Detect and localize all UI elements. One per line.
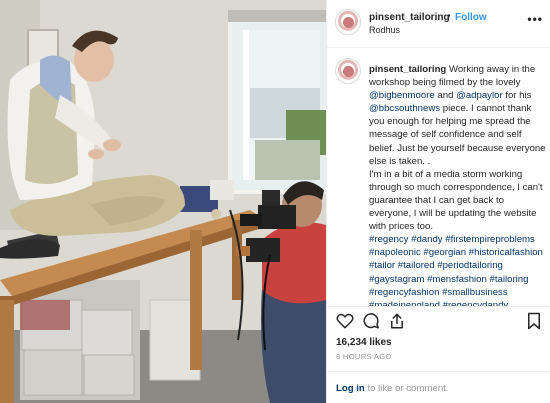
caption-text-5: I'm in a bit of a media storm working th… [369, 168, 543, 233]
separator-dot: • [447, 11, 451, 22]
login-prompt-text: to like or comment. [364, 383, 449, 394]
mention-link[interactable]: @adpaylor [456, 90, 503, 101]
caption-text: pinsent_tailoring Working away in the wo… [369, 63, 547, 306]
mention-link[interactable]: @bbcsouthnews [369, 103, 440, 114]
post-side-panel: pinsent_tailoring • Follow Rodhus ••• pi… [326, 0, 550, 403]
follow-button[interactable]: Follow [455, 12, 487, 23]
username-link[interactable]: pinsent_tailoring [369, 12, 450, 23]
post-timestamp[interactable]: 8 HOURS AGO [336, 352, 392, 361]
bookmark-icon[interactable] [525, 312, 543, 330]
more-options-icon[interactable]: ••• [527, 12, 543, 26]
login-prompt: Log in to like or comment. [336, 383, 449, 394]
caption-text-3: for his [502, 90, 532, 102]
login-link[interactable]: Log in [336, 383, 365, 394]
location-link[interactable]: Rodhus [369, 25, 400, 35]
workshop-photo-illustration [0, 0, 326, 403]
avatar[interactable] [335, 9, 361, 35]
action-bar: 16,234 likes 8 HOURS AGO Log in to like … [327, 306, 550, 403]
caption-area: pinsent_tailoring Working away in the wo… [327, 48, 550, 306]
caption-text-2: and [434, 90, 457, 102]
login-row: Log in to like or comment. [327, 371, 550, 403]
hashtag-list[interactable]: #regency #dandy #firstempireproblems #na… [369, 233, 547, 306]
post-photo[interactable] [0, 0, 326, 403]
caption-username-link[interactable]: pinsent_tailoring [369, 64, 446, 75]
caption-avatar[interactable] [335, 58, 361, 84]
likes-count[interactable]: 16,234 likes [336, 337, 392, 348]
share-icon[interactable] [388, 312, 406, 330]
heart-icon[interactable] [336, 312, 354, 330]
comment-bubble-icon[interactable] [362, 312, 380, 330]
mention-link[interactable]: @bigbenmoore [369, 90, 435, 101]
post-header: pinsent_tailoring • Follow Rodhus ••• [327, 0, 550, 48]
